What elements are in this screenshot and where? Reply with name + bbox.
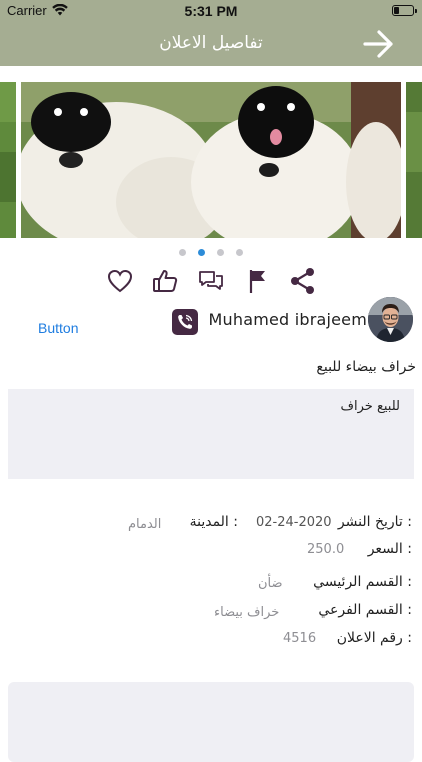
phone-call-icon[interactable]	[172, 309, 198, 335]
main-category-label: القسم الرئيسي :	[313, 574, 412, 590]
seller-action-button[interactable]: Button	[38, 320, 78, 336]
gallery-image-previous	[0, 82, 16, 238]
comments-panel	[8, 682, 414, 762]
ad-title: خراف بيضاء للبيع	[316, 359, 416, 375]
ad-description: للبيع خراف	[340, 399, 400, 414]
page-dot[interactable]	[179, 249, 186, 256]
price-label: السعر :	[367, 541, 412, 557]
status-bar: Carrier 5:31 PM	[0, 0, 422, 22]
share-icon[interactable]	[288, 266, 318, 296]
sub-category-value: خراف بيضاء	[214, 605, 280, 620]
image-gallery[interactable]	[0, 82, 422, 240]
battery-icon	[392, 5, 417, 16]
seller-name[interactable]: Muhamed ibrajeem	[209, 310, 367, 329]
main-category-value: ضأن	[258, 576, 283, 591]
publish-date-value: 02-24-2020	[256, 515, 332, 530]
gallery-image-next	[406, 82, 422, 238]
ad-number-label: رقم الاعلان :	[336, 630, 412, 646]
price-value: 250.0	[307, 542, 345, 557]
sheep-photo	[21, 82, 401, 238]
city-value: الدمام	[128, 517, 162, 532]
like-icon[interactable]	[150, 266, 180, 296]
avatar[interactable]	[368, 297, 413, 342]
flag-icon[interactable]	[243, 266, 273, 296]
ad-number-value: 4516	[283, 631, 317, 646]
arrow-right-icon[interactable]	[362, 28, 396, 60]
city-label: المدينة :	[189, 514, 238, 530]
page-dot[interactable]	[217, 249, 224, 256]
description-box: للبيع خراف	[8, 389, 414, 479]
page-title: تفاصيل الاعلان	[159, 33, 263, 53]
action-bar	[0, 266, 422, 296]
page-dot[interactable]	[198, 249, 205, 256]
sub-category-label: القسم الفرعي :	[318, 602, 412, 618]
navigation-bar: تفاصيل الاعلان	[0, 22, 422, 66]
page-indicator[interactable]	[0, 249, 422, 256]
status-time: 5:31 PM	[184, 3, 238, 19]
publish-date-label: تاريخ النشر :	[337, 514, 412, 530]
page-dot[interactable]	[236, 249, 243, 256]
comments-icon[interactable]	[196, 266, 226, 296]
favorite-icon[interactable]	[105, 266, 135, 296]
